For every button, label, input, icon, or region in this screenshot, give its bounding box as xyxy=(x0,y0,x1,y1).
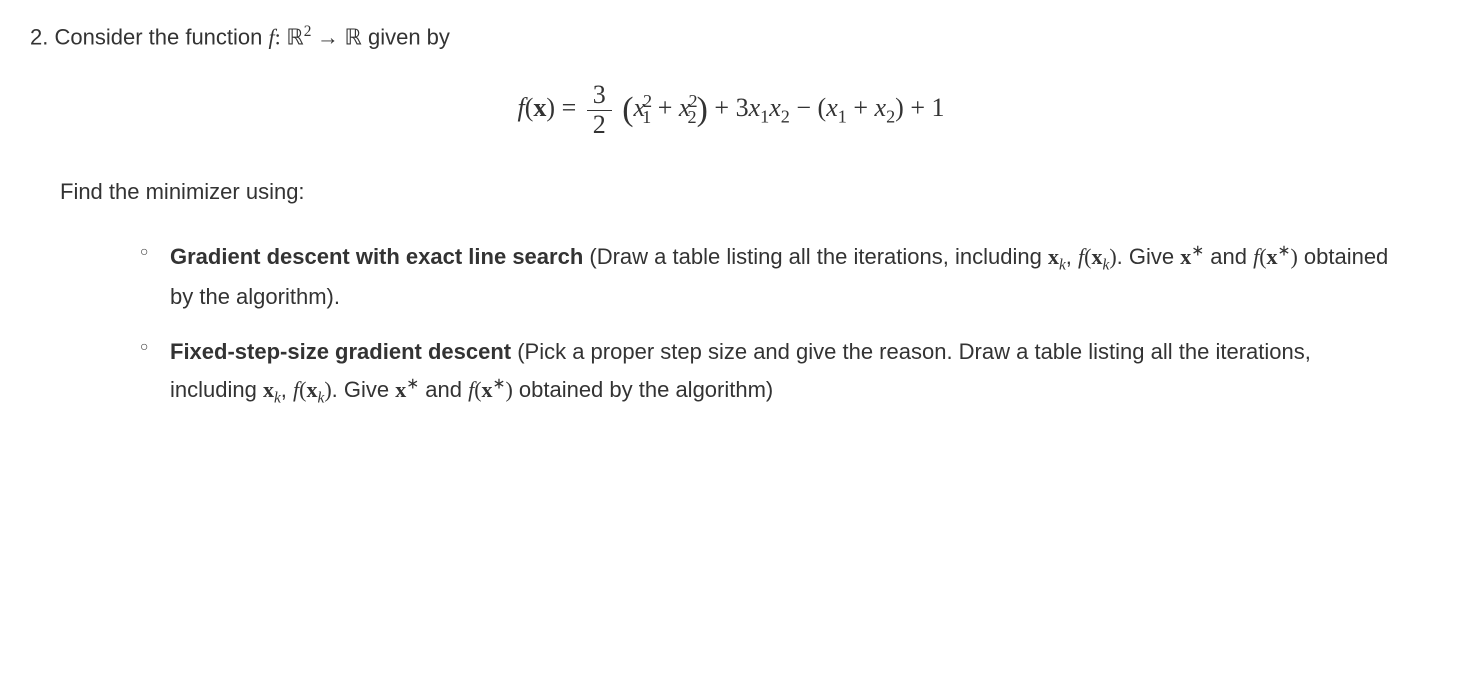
eq-equals: = xyxy=(555,93,583,122)
xk: x xyxy=(263,377,274,402)
eq-x2b: x xyxy=(769,93,781,122)
fxk-rp: ) xyxy=(1109,244,1116,269)
eq-rparen3: ) xyxy=(895,93,904,122)
eq-rparen: ) xyxy=(546,93,555,122)
xk: x xyxy=(1048,244,1059,269)
text-suffix: obtained by the algorithm) xyxy=(513,377,774,402)
method-list: Gradient descent with exact line search … xyxy=(140,238,1392,412)
method-title: Fixed-step-size gradient descent xyxy=(170,339,511,364)
fxstar-lp: ( xyxy=(474,377,481,402)
eq-x: x xyxy=(533,93,546,122)
intro-text-suffix: given by xyxy=(368,24,450,49)
eq-minus: − xyxy=(790,93,818,122)
eq-x1b: x xyxy=(749,93,761,122)
xstar-sup: ∗ xyxy=(1191,242,1204,259)
method-title: Gradient descent with exact line search xyxy=(170,244,583,269)
fxk-rp: ) xyxy=(324,377,331,402)
eq-plus1: + xyxy=(651,93,679,122)
eq-x2b-sub: 2 xyxy=(781,107,790,127)
domain-R: ℝ xyxy=(286,24,303,49)
xstar: x xyxy=(1180,244,1191,269)
fxk-x: x xyxy=(306,377,317,402)
xstar-sup: ∗ xyxy=(406,376,419,393)
fxstar-sup: ∗ xyxy=(493,376,506,393)
eq-x2c-sub: 2 xyxy=(886,107,895,127)
fxstar-sup: ∗ xyxy=(1278,242,1291,259)
eq-x1c-sub: 1 xyxy=(838,107,847,127)
fxstar-lp: ( xyxy=(1259,244,1266,269)
eq-f: f xyxy=(517,93,524,122)
comma: , xyxy=(1066,244,1078,269)
frac-num: 3 xyxy=(587,81,612,111)
codomain-R: ℝ xyxy=(344,24,361,49)
comma: , xyxy=(281,377,293,402)
eq-x1-sub: 1 xyxy=(642,107,651,127)
problem-number: 2. xyxy=(30,24,48,49)
xstar: x xyxy=(395,377,406,402)
problem-statement: 2. Consider the function f: ℝ2 → ℝ given… xyxy=(30,20,1432,53)
eq-fraction: 32 xyxy=(587,81,612,139)
big-rparen1: ) xyxy=(697,91,708,128)
list-item: Fixed-step-size gradient descent (Pick a… xyxy=(140,333,1392,411)
big-lparen1: ( xyxy=(622,91,633,128)
frac-den: 2 xyxy=(587,111,612,140)
eq-plus3: + xyxy=(847,93,875,122)
fxstar-rp: ) xyxy=(505,377,512,402)
instruction-text: Find the minimizer using: xyxy=(60,175,1432,208)
intro-text-prefix: Consider the function xyxy=(54,24,268,49)
xk-sub: k xyxy=(1059,256,1066,273)
fxstar-rp: ) xyxy=(1290,244,1297,269)
eq-x2c: x xyxy=(875,93,887,122)
eq-plus4: + 1 xyxy=(904,93,945,122)
fxstar-x: x xyxy=(482,377,493,402)
eq-x2-sub: 2 xyxy=(688,107,697,127)
colon: : xyxy=(275,24,287,49)
eq-lparen3: ( xyxy=(818,93,827,122)
xk-sub: k xyxy=(274,389,281,406)
text-prefix: (Draw a table listing all the iterations… xyxy=(583,244,1048,269)
eq-plus2: + 3 xyxy=(708,93,749,122)
and-text: and xyxy=(1204,244,1253,269)
arrow: → xyxy=(311,24,344,49)
text-mid: . Give xyxy=(332,377,396,402)
eq-x1c: x xyxy=(826,93,838,122)
fxk-x: x xyxy=(1091,244,1102,269)
text-mid: . Give xyxy=(1117,244,1181,269)
fxstar-x: x xyxy=(1267,244,1278,269)
eq-x1b-sub: 1 xyxy=(760,107,769,127)
equation-display: f(x) = 32 (x21 + x22) + 3x1x2 − (x1 + x2… xyxy=(30,81,1432,139)
and-text: and xyxy=(419,377,468,402)
list-item: Gradient descent with exact line search … xyxy=(140,238,1392,316)
